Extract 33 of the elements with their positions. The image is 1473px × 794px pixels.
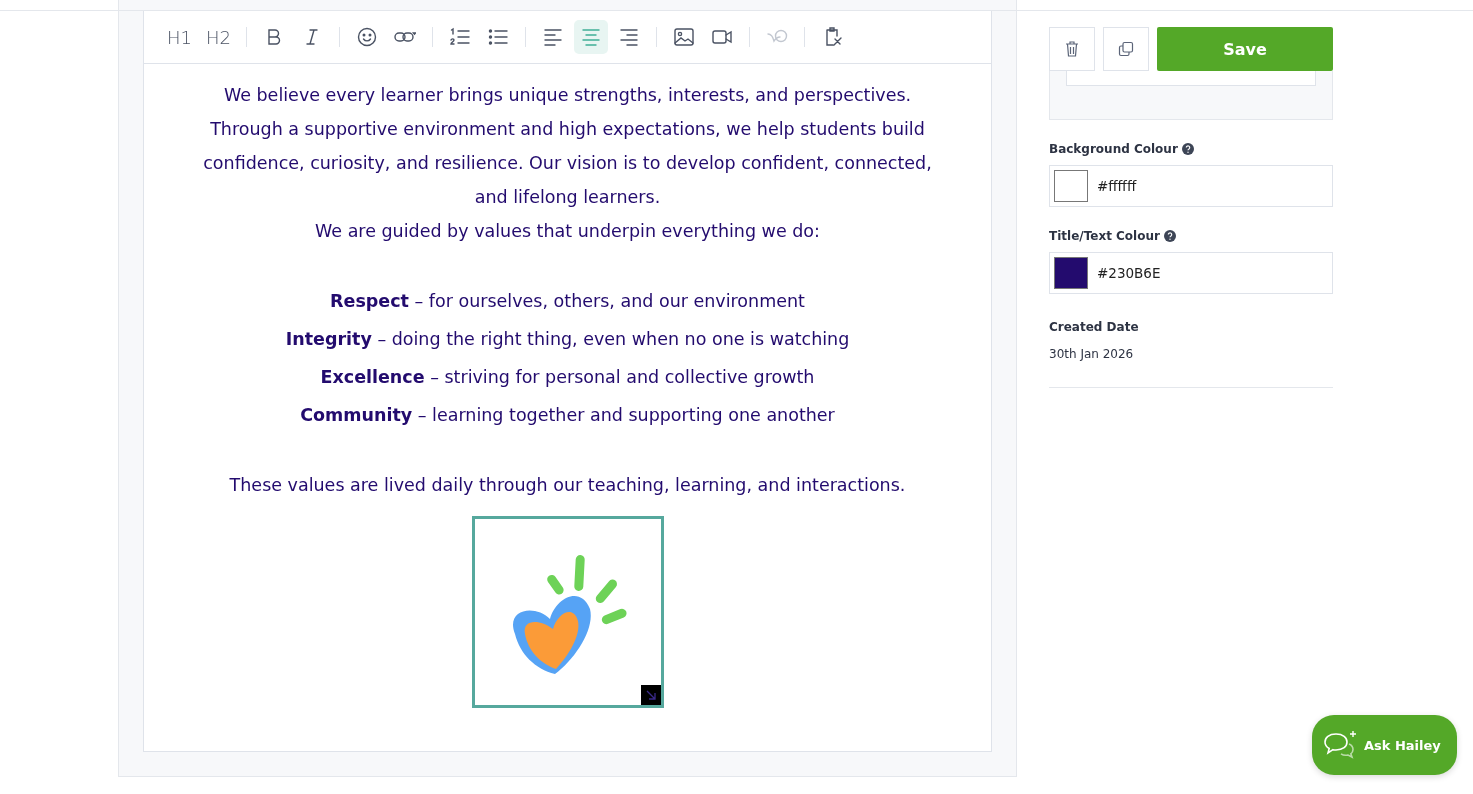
created-date: 30th Jan 2026 <box>1049 347 1135 361</box>
color-swatch[interactable] <box>1054 257 1088 289</box>
align-right-icon <box>618 26 640 48</box>
value-line: Excellence – striving for personal and collective growth <box>320 366 815 389</box>
chat-icon <box>1322 730 1358 760</box>
value-line: Respect – for ourselves, others, and our environment <box>330 290 805 313</box>
emoji-icon <box>356 26 378 48</box>
h1-button[interactable]: H1 <box>162 20 197 54</box>
delete-button[interactable] <box>1049 27 1095 71</box>
paragraph: We believe every learner brings unique strengths, interests, and perspectives. Through a supportive environment and high expectations, we help students build confidence, curiosity, and resilience. Our vision is to develop confident, connected, and lifelong learners. <box>202 84 933 209</box>
color-swatch[interactable] <box>1054 170 1088 202</box>
align-center-icon <box>580 26 602 48</box>
align-left-icon <box>542 26 564 48</box>
trash-icon <box>1065 41 1079 57</box>
bullet-list-icon <box>487 26 509 48</box>
resize-handle[interactable] <box>640 685 661 705</box>
input-field[interactable] <box>1066 71 1316 86</box>
field-label: Created Date <box>1049 320 1140 334</box>
help-icon[interactable] <box>1181 143 1194 155</box>
field-label: Background Colour <box>1049 142 1178 156</box>
paragraph: These values are lived daily through our teaching, learning, and interactions. <box>228 474 907 497</box>
help-icon[interactable] <box>1163 230 1176 242</box>
image-icon <box>673 26 695 48</box>
color-field[interactable]: #ffffff <box>1049 165 1333 207</box>
color-field[interactable]: #230B6E <box>1049 252 1333 294</box>
ordered-list-icon <box>449 26 471 48</box>
duplicate-button[interactable] <box>1103 27 1149 71</box>
value-line: Integrity – doing the right thing, even when no one is watching <box>285 328 850 351</box>
copy-icon <box>1118 41 1134 57</box>
h2-button[interactable]: H2 <box>201 20 236 54</box>
value-line: Community – learning together and supporting one another <box>300 404 835 427</box>
field-label: Title/Text Colour <box>1049 229 1160 243</box>
paragraph: We are guided by values that underpin everything we do: <box>314 220 821 243</box>
